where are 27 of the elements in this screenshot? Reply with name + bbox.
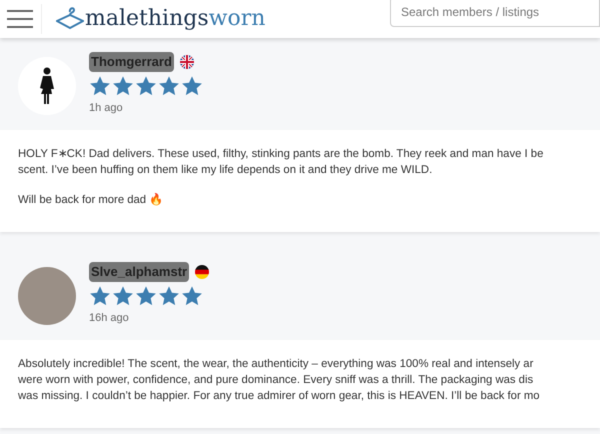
review-text: HOLY F∗CK! Dad delivers. These used, filthy, stinking pants are the bomb. They reek and man have I be (18, 147, 544, 162)
star-icon (135, 284, 157, 306)
review-text: scent. I’ve been huffing on them like my life depends on it and they drive me WILD. (18, 163, 434, 178)
review-text: was missing. I couldn’t be happier. For any true admirer of worn gear, this is HEAVEN. I’ll be back for mo (18, 389, 541, 404)
star-icon (135, 74, 157, 96)
star-icon (181, 74, 203, 96)
review-text: were worn with power, confidence, and pure dominance. Every sniff was a thrill. The packaging was dis (18, 373, 534, 388)
star-icon (89, 284, 111, 306)
review-time: 1h ago (89, 100, 124, 116)
search-field[interactable]: Search members / listings (390, 0, 600, 27)
star-icon (158, 284, 180, 306)
menu-icon[interactable] (7, 10, 33, 28)
review-text: Will be back for more dad 🔥 (18, 192, 164, 208)
star-icon (181, 284, 203, 306)
star-icon (112, 74, 134, 96)
person-silhouette-icon (38, 67, 56, 105)
review-text: Absolutely incredible! The scent, the wear, the authenticity – everything was 100% real and intensely ar (18, 357, 534, 372)
username[interactable]: Thomgerrard (89, 52, 174, 72)
username[interactable]: Slve_alphamstr (89, 262, 190, 282)
star-icon (89, 74, 111, 96)
hanger-logo-icon (56, 6, 84, 32)
star-icon (158, 74, 180, 96)
germany-flag-icon (195, 264, 210, 279)
logo-text[interactable]: malethingsworn (85, 8, 266, 30)
review-time: 16h ago (89, 310, 130, 326)
uk-flag-icon (180, 54, 194, 69)
star-icon (112, 284, 134, 306)
